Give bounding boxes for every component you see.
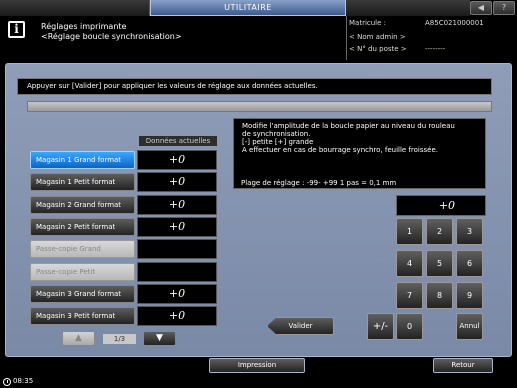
- sign-toggle-button[interactable]: +/-: [367, 313, 394, 340]
- description-line: de synchronisation.: [242, 130, 311, 138]
- arrow-up-icon: ▲: [75, 333, 82, 343]
- instruction-bar: Appuyer sur [Valider] pour appliquer les…: [17, 78, 492, 95]
- current-value-display: +0: [396, 195, 486, 216]
- clear-button[interactable]: Annul: [456, 313, 483, 340]
- page-subtitle: <Réglage boucle synchronisation>: [41, 32, 182, 41]
- valider-button[interactable]: Valider: [267, 317, 334, 335]
- top-strip: [0, 0, 150, 16]
- key-7[interactable]: 7: [396, 282, 423, 309]
- current-data-value: +0: [168, 287, 186, 300]
- matricule-value: A85C021000001: [425, 19, 484, 27]
- current-data-cell: +0: [137, 284, 217, 304]
- key-0[interactable]: 0: [396, 313, 423, 340]
- key-3[interactable]: 3: [456, 218, 483, 245]
- status-bar: [0, 376, 517, 388]
- tray-button[interactable]: Magasin 1 Grand format: [30, 151, 135, 169]
- top-bar: UTILITAIRE ◀ ?: [0, 0, 517, 16]
- key-1[interactable]: 1: [396, 218, 423, 245]
- utility-tab[interactable]: UTILITAIRE: [150, 0, 346, 16]
- tray-button[interactable]: Magasin 2 Grand format: [30, 196, 135, 214]
- clock-icon: [3, 378, 11, 386]
- description-line: Modifie l'amplitude de la boucle papier …: [242, 122, 455, 130]
- key-8[interactable]: 8: [426, 282, 453, 309]
- tray-button[interactable]: Magasin 3 Petit format: [30, 307, 135, 325]
- current-data-cell: +0: [137, 172, 217, 192]
- key-4[interactable]: 4: [396, 250, 423, 277]
- print-button[interactable]: Impression: [209, 358, 305, 373]
- current-data-value: +0: [168, 309, 186, 322]
- column-header: Données actuelles: [139, 136, 217, 146]
- tray-button: Passe-copie Petit: [30, 263, 135, 281]
- current-data-cell: +0: [137, 195, 217, 215]
- back-button[interactable]: Retour: [433, 358, 493, 373]
- current-data-cell: +0: [137, 306, 217, 326]
- current-data-value: +0: [168, 153, 186, 166]
- matricule-label: Matricule :: [349, 19, 387, 27]
- tray-button[interactable]: Magasin 3 Grand format: [30, 285, 135, 303]
- poste-label: < N° du poste >: [349, 45, 407, 53]
- admin-label: < Nom admin >: [349, 33, 406, 41]
- tray-button: Passe-copie Grand: [30, 240, 135, 258]
- clock-time: 08:35: [13, 377, 34, 385]
- current-data-value: +0: [168, 220, 186, 233]
- current-data-value: +0: [168, 198, 186, 211]
- key-5[interactable]: 5: [426, 250, 453, 277]
- tray-button[interactable]: Magasin 2 Petit format: [30, 218, 135, 236]
- page-title: Réglages imprimante: [41, 22, 127, 31]
- progress-band: [27, 101, 492, 112]
- speaker-icon[interactable]: ◀: [470, 1, 492, 15]
- top-fill: [346, 0, 470, 16]
- help-icon[interactable]: ?: [493, 1, 515, 15]
- key-9[interactable]: 9: [456, 282, 483, 309]
- description-line: [-] petite [+] grande: [242, 138, 314, 146]
- key-6[interactable]: 6: [456, 250, 483, 277]
- current-data-value: +0: [168, 175, 186, 188]
- adjustment-range: Plage de réglage : -99- +99 1 pas = 0,1 …: [241, 179, 397, 187]
- current-data-cell: [137, 239, 217, 259]
- poste-value: --------: [425, 45, 446, 53]
- current-data-cell: [137, 262, 217, 282]
- page-up-button[interactable]: ▲: [62, 331, 95, 346]
- description-line: A effectuer en cas de bourrage synchro, …: [242, 146, 438, 154]
- page-indicator: 1/3: [103, 334, 136, 344]
- current-data-cell: +0: [137, 217, 217, 237]
- arrow-down-icon: ▼: [156, 333, 163, 343]
- tray-button[interactable]: Magasin 1 Petit format: [30, 173, 135, 191]
- key-2[interactable]: 2: [426, 218, 453, 245]
- current-value: +0: [438, 199, 455, 212]
- info-icon: i: [8, 21, 25, 38]
- current-data-cell: +0: [137, 150, 217, 170]
- page-down-button[interactable]: ▼: [143, 331, 176, 346]
